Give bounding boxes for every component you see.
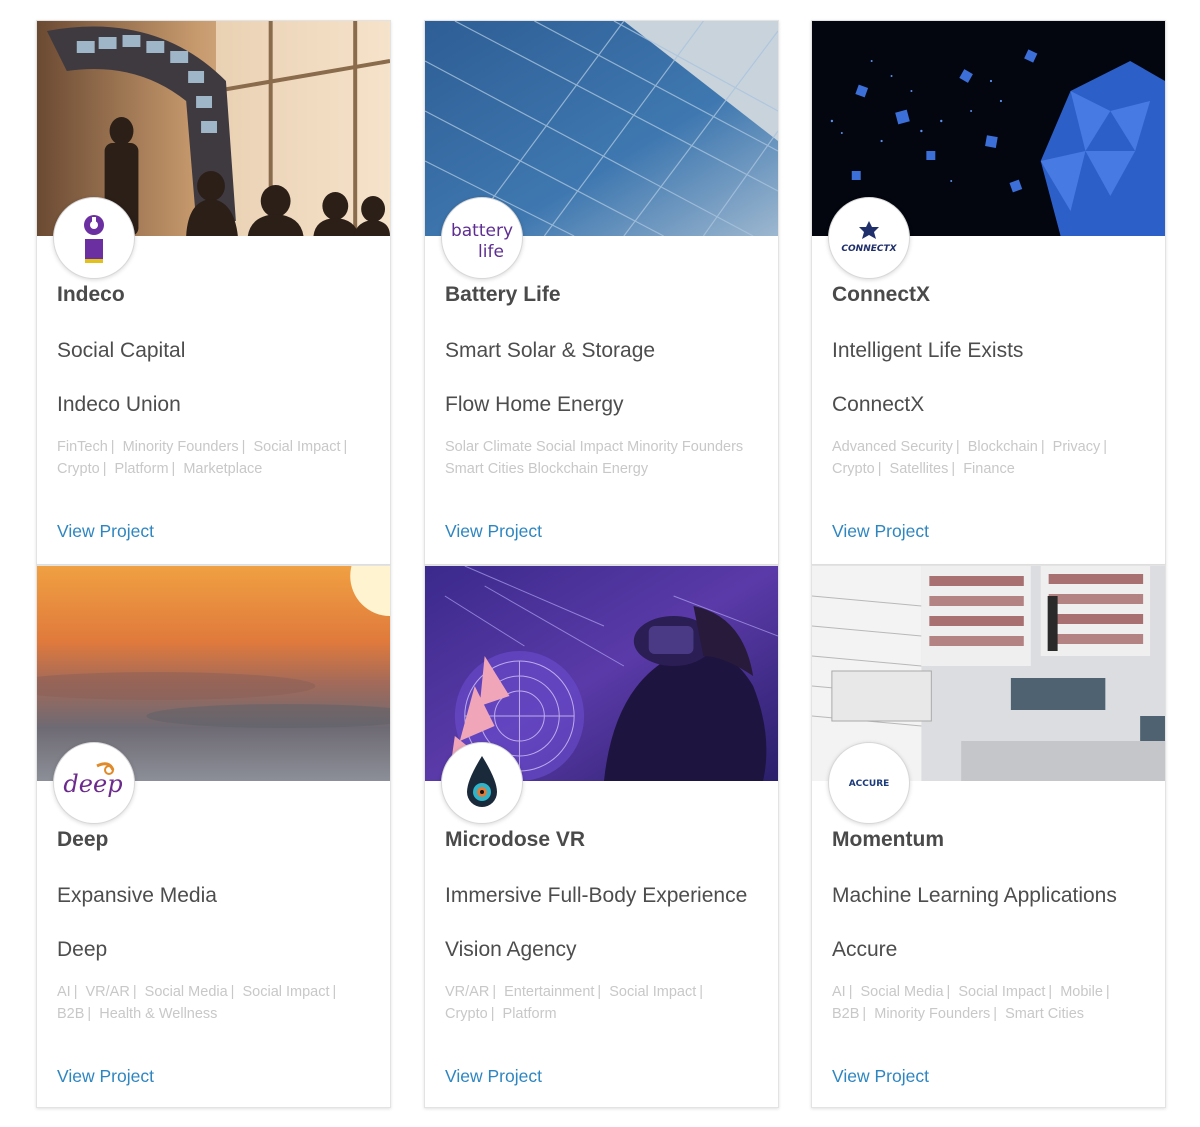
tag: Blockchain [967, 439, 1038, 455]
project-card-microdose-vr[interactable]: Microdose VR Immersive Full-Body Experie… [424, 565, 779, 1108]
tag: Social Impact [242, 984, 330, 1000]
tag: VR/AR [85, 984, 130, 1000]
project-card-indeco[interactable]: Indeco Social Capital Indeco Union FinTe… [36, 20, 391, 565]
tag-list: Solar Climate Social Impact Minority Fou… [445, 437, 763, 480]
tag: Crypto [445, 1005, 488, 1022]
view-project-link[interactable]: View Project [445, 1066, 542, 1087]
tag: FinTech [57, 439, 108, 455]
project-tagline: Smart Solar & Storage [445, 339, 656, 362]
logo-text: CONNECTX [841, 244, 897, 254]
company-name: Vision Agency [445, 938, 577, 961]
view-project-link[interactable]: View Project [57, 1066, 154, 1087]
indeco-logo [53, 197, 135, 279]
company-name: ConnectX [832, 393, 925, 416]
company-name: Flow Home Energy [445, 393, 624, 416]
project-tagline: Expansive Media [57, 884, 217, 907]
project-tagline: Machine Learning Applications [832, 884, 1117, 907]
company-name: Indeco Union [57, 393, 181, 416]
tag-list: Advanced Security | Blockchain | Privacy | … [832, 439, 1107, 477]
battery-life-logo: battery life [441, 197, 523, 279]
project-name: Indeco [57, 283, 125, 306]
tag-list: FinTech | Minority Founders | Social Impac… [57, 439, 348, 477]
tag: Mobile [1060, 984, 1103, 1000]
company-name: Accure [832, 938, 898, 961]
logo-text: battery [451, 221, 513, 241]
tag: Social Media [860, 984, 944, 1000]
tag: Advanced Security [832, 439, 953, 455]
tag: Smart Cities [1005, 1005, 1085, 1022]
microdose-vr-logo [441, 742, 523, 824]
tag-text: Solar Climate Social Impact Minority Fou… [445, 439, 744, 477]
tag: Minority Founders [122, 439, 239, 455]
tag: Social Impact [958, 984, 1046, 1000]
tag: Marketplace [183, 460, 263, 477]
project-name: Battery Life [445, 283, 561, 306]
view-project-link[interactable]: View Project [57, 521, 154, 542]
tag: Platform [114, 460, 169, 477]
tag-list: AI | VR/AR | Social Media | Social Impact | … [57, 984, 337, 1022]
project-tagline: Intelligent Life Exists [832, 339, 1024, 362]
logo-text: ACCURE [849, 779, 890, 789]
project-card-momentum[interactable]: ACCURE Momentum Machine Learning Applica… [811, 565, 1166, 1108]
tag: Satellites [889, 460, 949, 477]
project-tagline: Immersive Full-Body Experience [445, 884, 748, 907]
accure-logo: ACCURE [828, 742, 910, 824]
tag: B2B [57, 1005, 85, 1022]
tag: AI [57, 984, 71, 1000]
project-card-deep[interactable]: deep Deep Expansive Media Deep AI | VR/AR… [36, 565, 391, 1108]
logo-text: life [478, 242, 504, 262]
tag: Finance [963, 460, 1015, 477]
project-tagline: Social Capital [57, 339, 186, 362]
tag: AI [832, 984, 846, 1000]
logo-text: deep [63, 770, 122, 798]
tag: Social Impact [253, 439, 341, 455]
project-card-connectx[interactable]: CONNECTX ConnectX Intelligent Life Exist… [811, 20, 1166, 565]
tag: Social Media [144, 984, 228, 1000]
connectx-logo: CONNECTX [828, 197, 910, 279]
project-card-battery-life[interactable]: battery life Battery Life Smart Solar & … [424, 20, 779, 565]
project-name: ConnectX [832, 283, 931, 306]
tag: Crypto [832, 460, 875, 477]
project-name: Microdose VR [445, 828, 586, 851]
tag: Minority Founders [874, 1005, 991, 1022]
tag: Entertainment [504, 984, 595, 1000]
tag: Privacy [1052, 439, 1101, 455]
view-project-link[interactable]: View Project [832, 521, 929, 542]
tag: Crypto [57, 460, 100, 477]
tag: Health & Wellness [99, 1005, 218, 1022]
view-project-link[interactable]: View Project [832, 1066, 929, 1087]
tag: Platform [502, 1005, 557, 1022]
deep-logo: deep [53, 742, 135, 824]
view-project-link[interactable]: View Project [445, 521, 542, 542]
tag-list: AI | Social Media | Social Impact | Mobile |… [832, 984, 1110, 1022]
tag-list: VR/AR | Entertainment | Social Impact | Cry… [445, 984, 704, 1022]
tag: B2B [832, 1005, 860, 1022]
project-name: Deep [57, 828, 109, 851]
project-name: Momentum [832, 828, 944, 851]
tag: VR/AR [445, 984, 490, 1000]
tag: Social Impact [609, 984, 697, 1000]
company-name: Deep [57, 938, 108, 961]
